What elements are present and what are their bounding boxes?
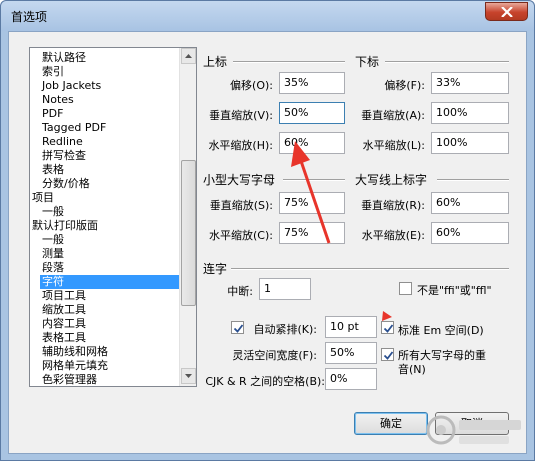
em-space-checkbox[interactable] <box>381 321 394 334</box>
superscript-offset-input[interactable]: 35% <box>279 72 345 94</box>
dialog-client-area: 默认路径 索引 Job Jackets Notes PDF Tagged PDF Redli… <box>8 31 527 454</box>
tree-item[interactable]: 内容工具 <box>40 317 89 331</box>
small-caps-title: 小型大写字母 <box>203 173 276 187</box>
superscript-title: 上标 <box>203 55 228 69</box>
chevron-up-icon <box>185 54 192 58</box>
tree-item[interactable]: 默认打印版面 <box>30 219 101 233</box>
not-ffi-checkbox[interactable] <box>399 282 412 295</box>
scroll-up-button[interactable] <box>181 48 196 64</box>
tree-item[interactable]: 段落 <box>40 261 67 275</box>
subscript-vscale-input[interactable]: 100% <box>431 102 509 124</box>
checkmark-icon <box>383 324 394 333</box>
superscript-vscale-label: 垂直缩放(V): <box>209 109 273 122</box>
scroll-down-button[interactable] <box>181 368 196 384</box>
tree-scrollbar[interactable] <box>179 48 196 386</box>
subscript-hscale-input[interactable]: 100% <box>431 132 509 154</box>
auto-kern-label: 自动紧排(K): <box>253 323 317 336</box>
tree-item[interactable]: 拼写检查 <box>40 149 89 163</box>
cancel-button[interactable]: 取消 <box>435 412 509 435</box>
tree-item[interactable]: 表格 <box>40 163 67 177</box>
tree-item[interactable]: 测量 <box>40 247 67 261</box>
superscript-hscale-input[interactable]: 60% <box>279 132 345 154</box>
tree-item[interactable]: PDF <box>40 107 66 121</box>
auto-kern-checkbox[interactable] <box>231 321 244 334</box>
tree-item[interactable]: 色彩管理器 <box>40 373 100 386</box>
tree-item[interactable]: Tagged PDF <box>40 121 109 135</box>
tree-item[interactable]: 字符 <box>40 275 185 289</box>
auto-kern-input[interactable]: 10 pt <box>325 316 377 338</box>
small-caps-hscale-input[interactable]: 75% <box>279 222 345 244</box>
category-tree[interactable]: 默认路径 索引 Job Jackets Notes PDF Tagged PDF Redli… <box>29 47 197 387</box>
flex-space-label: 灵活空间宽度(F): <box>232 349 317 362</box>
title-bar: 首选项 <box>1 1 534 31</box>
tree-item[interactable]: 缩放工具 <box>40 303 89 317</box>
ligature-title: 连字 <box>203 262 228 276</box>
subscript-vscale-label: 垂直缩放(A): <box>361 109 425 122</box>
tree-item[interactable]: Notes <box>40 93 77 107</box>
superior-rule <box>437 179 509 181</box>
cjk-space-label: CJK & R 之间的空格(B): <box>205 375 325 388</box>
window-title: 首选项 <box>11 10 48 24</box>
scroll-thumb[interactable] <box>181 160 196 306</box>
preferences-window: 首选项 默认路径 索引 Job Jackets Notes PDF Tagged PDF R… <box>0 0 535 461</box>
superior-title: 大写线上标字 <box>355 173 428 187</box>
subscript-title: 下标 <box>355 55 380 69</box>
tree-item[interactable]: 默认路径 <box>40 51 89 65</box>
close-button[interactable] <box>485 2 528 21</box>
subscript-rule <box>385 61 509 63</box>
tree-item[interactable]: 网格单元填充 <box>40 359 111 373</box>
checkmark-icon <box>383 351 394 360</box>
ligature-break-label: 中断: <box>227 285 253 298</box>
tree-item[interactable]: 辅助线和网格 <box>40 345 111 359</box>
tree-item[interactable]: 索引 <box>40 65 67 79</box>
chevron-down-icon <box>185 374 192 378</box>
superscript-vscale-input[interactable]: 50% <box>279 102 345 124</box>
superscript-rule <box>233 61 345 63</box>
small-caps-hscale-label: 水平缩放(C): <box>209 229 273 242</box>
tree-item[interactable]: 项目 <box>30 191 57 205</box>
ligature-break-input[interactable]: 1 <box>259 278 311 300</box>
small-caps-vscale-input[interactable]: 75% <box>279 192 345 214</box>
checkmark-icon <box>233 324 244 333</box>
cjk-space-input[interactable]: 0% <box>325 368 377 390</box>
ligature-rule <box>231 268 509 270</box>
subscript-hscale-label: 水平缩放(L): <box>362 139 425 152</box>
tree-item[interactable]: 一般 <box>40 205 67 219</box>
superscript-hscale-label: 水平缩放(H): <box>208 139 273 152</box>
superscript-offset-label: 偏移(O): <box>230 79 273 92</box>
not-ffi-label: 不是"ffi"或"ffl" <box>417 284 492 297</box>
tree-item[interactable]: 一般 <box>40 233 67 247</box>
superior-hscale-label: 水平缩放(E): <box>361 229 425 242</box>
superior-vscale-input[interactable]: 60% <box>431 192 509 214</box>
tree-item[interactable]: Job Jackets <box>40 79 104 93</box>
superior-hscale-input[interactable]: 60% <box>431 222 509 244</box>
close-icon <box>501 7 513 17</box>
small-caps-rule <box>283 179 345 181</box>
tree-item[interactable]: 项目工具 <box>40 289 89 303</box>
all-caps-accent-label-line2: 音(N) <box>398 363 426 376</box>
subscript-offset-input[interactable]: 33% <box>431 72 509 94</box>
tree-item[interactable]: Redline <box>40 135 86 149</box>
superior-vscale-label: 垂直缩放(R): <box>361 199 425 212</box>
all-caps-accent-checkbox[interactable] <box>381 348 394 361</box>
ok-button[interactable]: 确定 <box>354 412 428 435</box>
subscript-offset-label: 偏移(F): <box>384 79 425 92</box>
flex-space-input[interactable]: 50% <box>325 342 377 364</box>
tree-item[interactable]: 分数/价格 <box>40 177 93 191</box>
tree-item[interactable]: 表格工具 <box>40 331 89 345</box>
small-caps-vscale-label: 垂直缩放(S): <box>209 199 273 212</box>
em-space-label: 标准 Em 空间(D) <box>398 324 484 337</box>
